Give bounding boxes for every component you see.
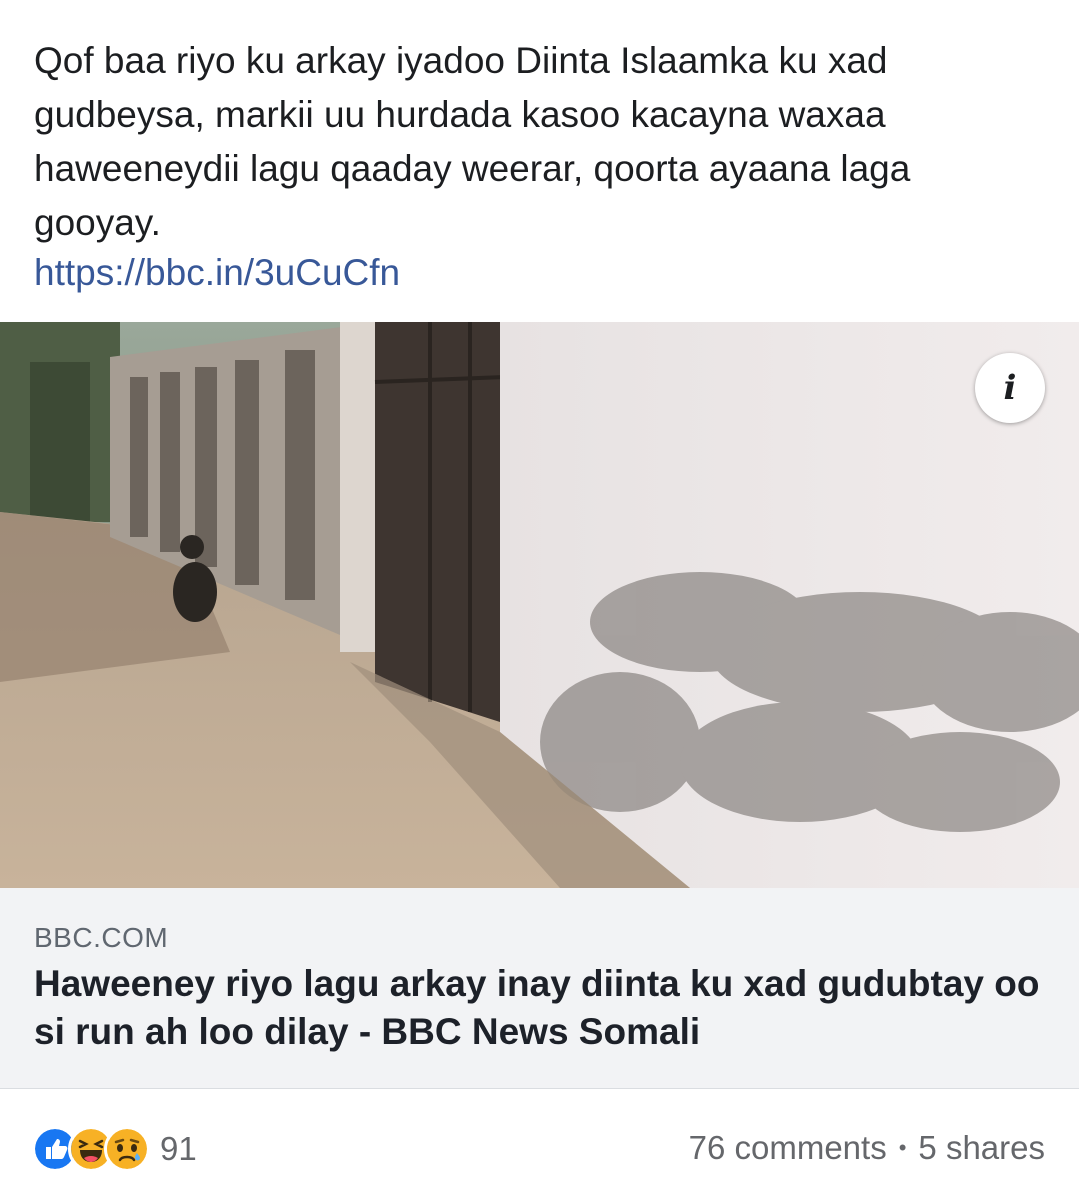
shares-count[interactable]: 5 shares — [918, 1129, 1045, 1167]
street-scene-image — [0, 322, 1079, 888]
reaction-count: 91 — [160, 1130, 197, 1167]
post-stats: 76 comments • 5 shares — [689, 1129, 1045, 1167]
comments-count[interactable]: 76 comments — [689, 1129, 887, 1167]
reactions-summary[interactable]: 91 — [32, 1126, 197, 1172]
separator-dot: • — [898, 1135, 907, 1160]
post-footer: 91 76 comments • 5 shares — [0, 1089, 1079, 1184]
info-icon[interactable]: i — [975, 353, 1045, 423]
link-domain: BBC.COM — [34, 922, 169, 953]
post-link[interactable]: https://bbc.in/3uCuCfn — [34, 248, 400, 298]
post-text: Qof baa riyo ku arkay iyadoo Diinta Isla… — [34, 40, 911, 243]
article-photo[interactable] — [0, 322, 1079, 888]
link-preview-card[interactable]: BBC.COM Haweeney riyo lagu arkay inay di… — [0, 888, 1079, 1089]
sad-icon — [104, 1126, 150, 1172]
link-title[interactable]: Haweeney riyo lagu arkay inay diinta ku … — [34, 960, 1044, 1056]
